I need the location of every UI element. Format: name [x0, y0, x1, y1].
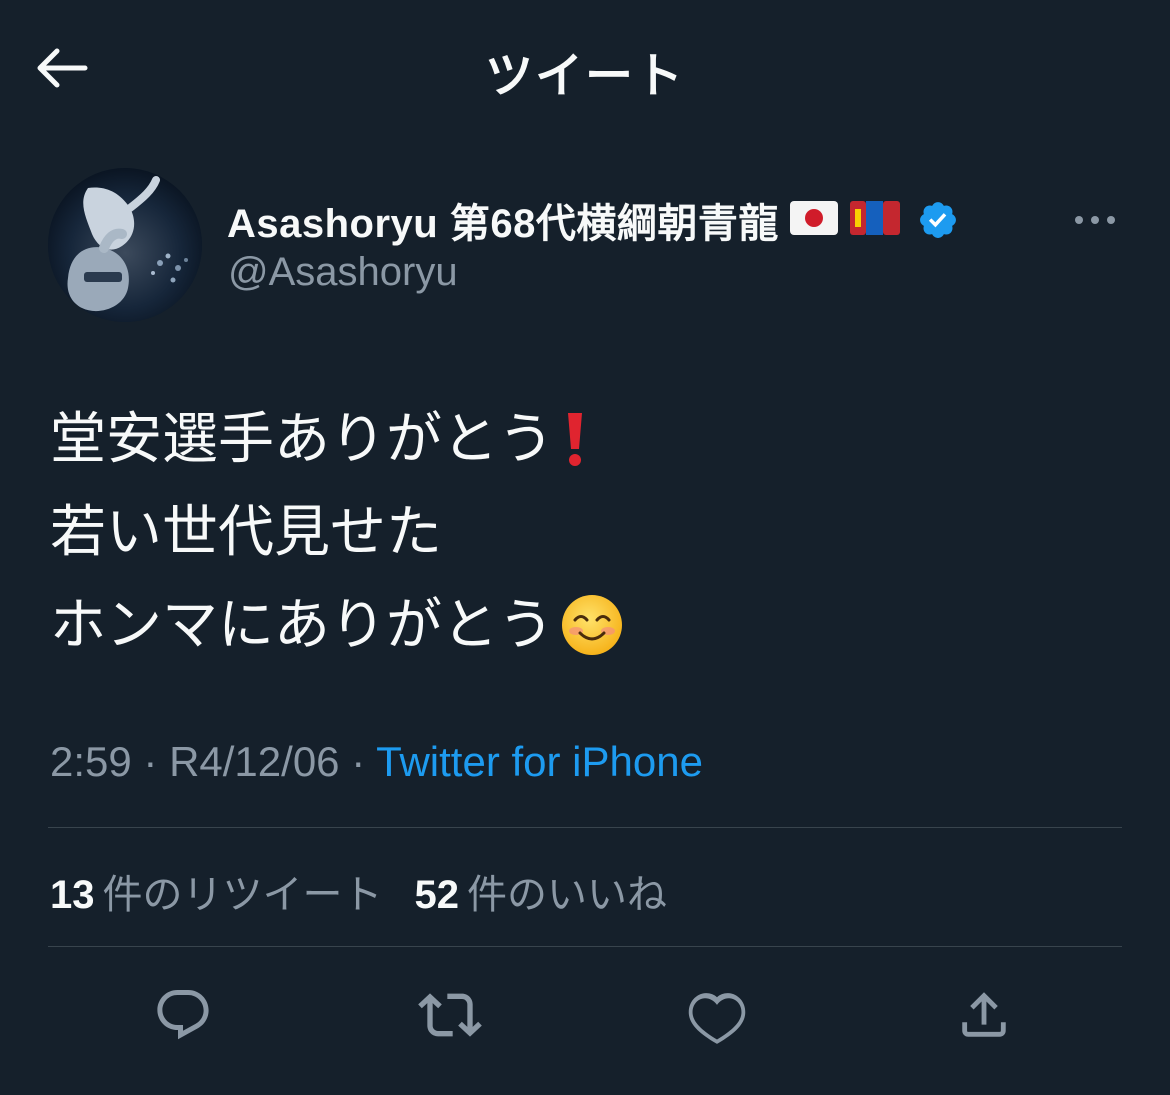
avatar[interactable]	[48, 168, 202, 322]
verified-badge-icon	[917, 199, 959, 241]
display-name[interactable]: Asashoryu 第68代横綱朝青龍	[227, 191, 779, 249]
tweet-stats: 13 件のリツイート 52 件のいいね	[50, 862, 667, 920]
meta-separator: ·	[339, 738, 377, 785]
retweet-button[interactable]	[415, 980, 485, 1050]
flag-mongolia-icon	[849, 200, 901, 241]
author-name-row[interactable]: Asashoryu 第68代横綱朝青龍	[227, 192, 959, 248]
retweet-icon	[418, 993, 482, 1037]
top-bar: ツイート	[0, 0, 1170, 135]
divider	[48, 827, 1122, 828]
author-handle[interactable]: @Asashoryu	[228, 250, 458, 295]
smiling-face-icon	[560, 593, 624, 657]
tweet-line-text: ホンマにありがとう	[50, 593, 554, 656]
tweet-meta: 2:59 · R4/12/06 · Twitter for iPhone	[50, 738, 703, 786]
tweet-line: 若い世代見せた	[50, 485, 624, 578]
likes-label: 件のいいね	[467, 873, 667, 917]
reply-icon	[157, 990, 209, 1040]
likes-stat[interactable]: 52 件のいいね	[415, 862, 668, 920]
tweet-line: ホンマにありがとう	[50, 578, 624, 671]
avatar-image	[48, 168, 202, 322]
flag-japan-icon	[789, 200, 839, 241]
like-button[interactable]	[682, 980, 752, 1050]
share-icon	[962, 992, 1006, 1037]
tweet-source-link[interactable]: Twitter for iPhone	[376, 738, 703, 785]
tweet-date[interactable]: R4/12/06	[169, 738, 339, 785]
likes-count: 52	[414, 873, 460, 917]
tweet-text: 堂安選手ありがとう 若い世代見せた ホンマにありがとう	[50, 392, 624, 671]
retweets-stat[interactable]: 13 件のリツイート	[50, 862, 383, 920]
tweet-line-text: 若い世代見せた	[50, 500, 442, 563]
more-horizontal-icon	[1075, 216, 1115, 224]
meta-separator: ·	[131, 738, 170, 785]
retweets-count: 13	[50, 873, 95, 917]
retweets-label: 件のリツイート	[102, 873, 383, 917]
page-title: ツイート	[484, 50, 685, 103]
tweet-line-text: 堂安選手ありがとう	[50, 407, 554, 470]
divider	[48, 946, 1122, 947]
more-options-button[interactable]	[1070, 200, 1120, 240]
tweet-time[interactable]: 2:59	[50, 738, 132, 785]
tweet-detail-page: ツイート Asashoryu 第68代横綱朝青龍 @Asashoryu 堂安選手…	[0, 0, 1170, 1095]
share-button[interactable]	[949, 980, 1019, 1050]
like-icon	[688, 993, 746, 1044]
tweet-line: 堂安選手ありがとう	[50, 392, 624, 485]
reply-button[interactable]	[148, 980, 218, 1050]
red-exclamation-icon	[560, 409, 590, 469]
